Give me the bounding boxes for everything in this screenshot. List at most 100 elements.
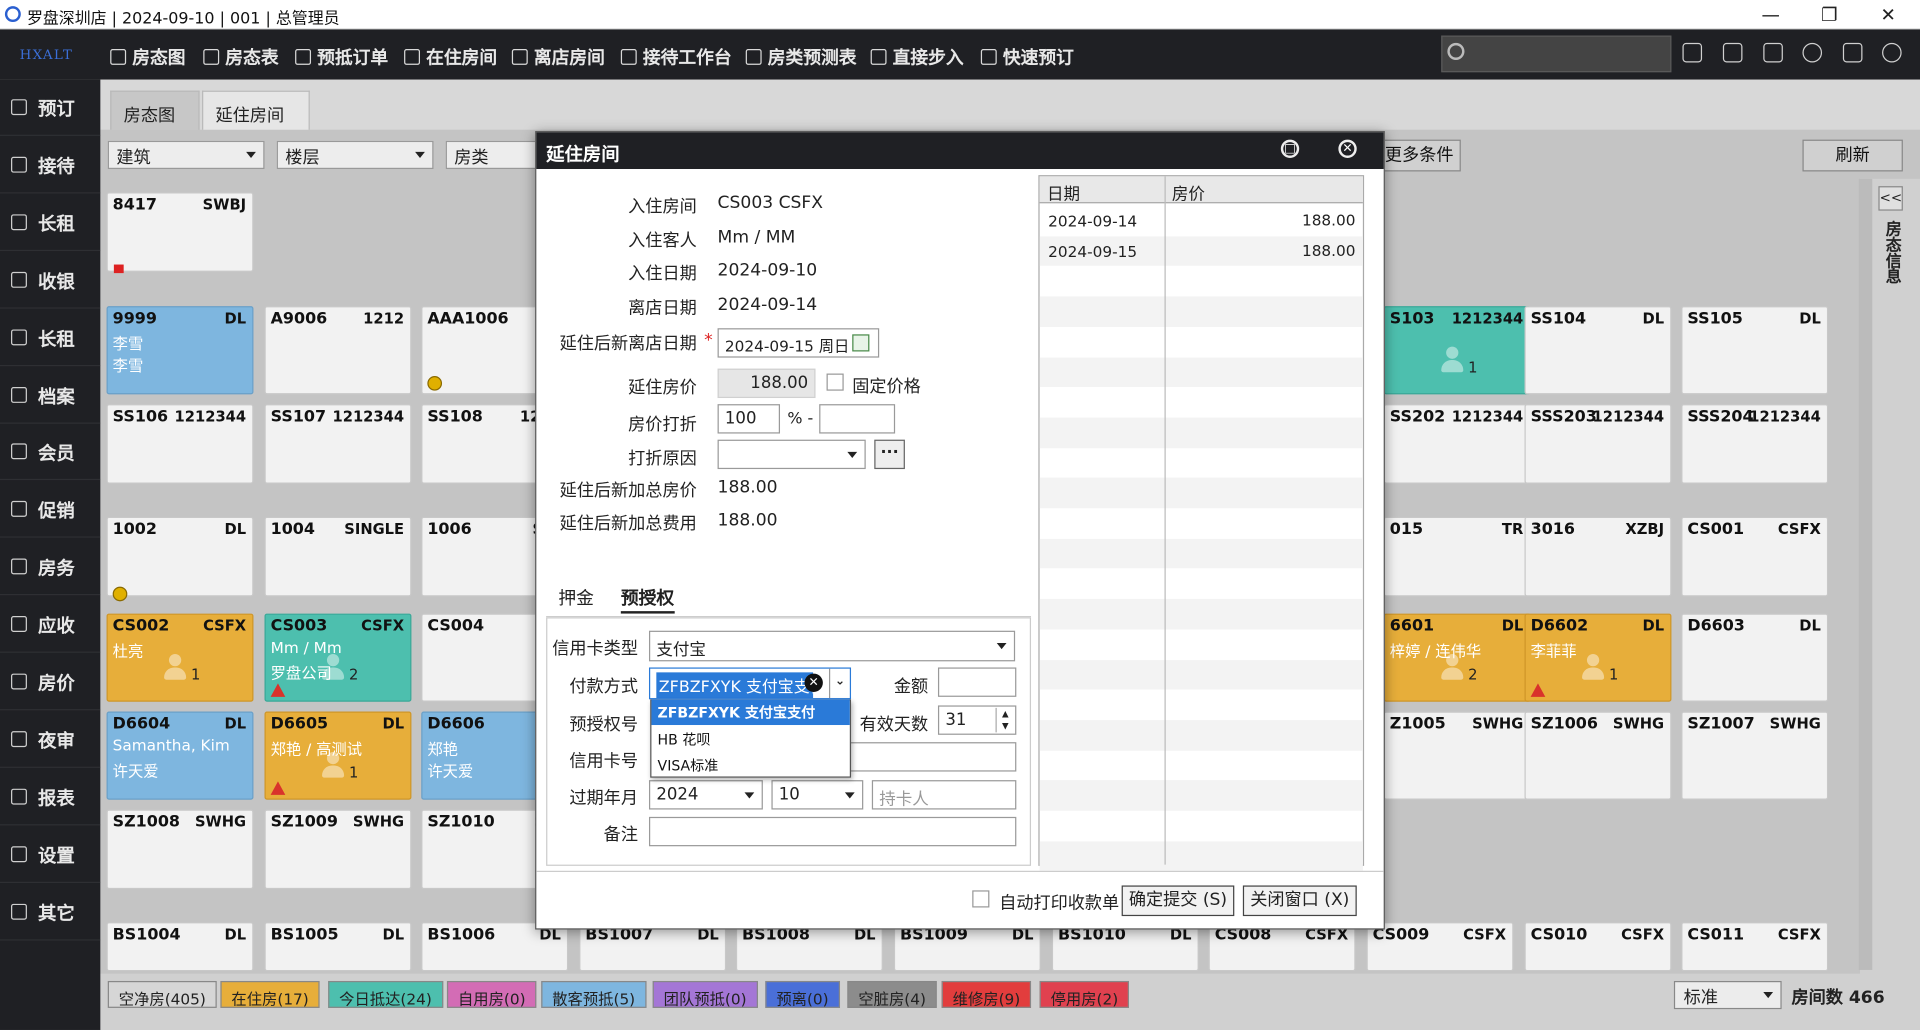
sidebar-item-0[interactable]: 预订 (0, 80, 101, 136)
search-input[interactable] (1441, 35, 1672, 73)
sidebar-item-12[interactable]: 报表 (0, 769, 101, 826)
auto-print-checkbox[interactable] (972, 890, 990, 908)
room-card[interactable]: CS010 CSFX (1524, 922, 1672, 972)
lock-icon[interactable] (1842, 42, 1863, 63)
amount-input[interactable] (937, 667, 1017, 697)
status-filter-chip[interactable]: 在住房(17) (220, 980, 320, 1008)
tab-preauth[interactable]: 预授权 (620, 584, 675, 614)
sidebar-item-10[interactable]: 房价 (0, 654, 101, 711)
nav-item-5[interactable]: 接待工作台 (620, 44, 732, 69)
room-card[interactable]: BS1004 DL (106, 922, 254, 972)
clear-icon[interactable]: ✕ (804, 673, 823, 692)
status-filter-chip[interactable]: 预离(0) (765, 980, 840, 1008)
room-card[interactable]: SSS203 1212344 (1524, 404, 1672, 484)
status-filter-chip[interactable]: 今日抵达(24) (328, 980, 443, 1008)
fixed-price-checkbox[interactable] (826, 373, 844, 391)
message-icon[interactable] (1682, 42, 1703, 63)
restore-button[interactable]: ❐ (1811, 2, 1848, 26)
sidebar-item-9[interactable]: 应收 (0, 597, 101, 653)
globe-icon[interactable] (1802, 42, 1823, 63)
discount-input[interactable]: 100 (717, 404, 781, 434)
sidebar-item-13[interactable]: 设置 (0, 826, 101, 883)
sidebar-item-14[interactable]: 其它 (0, 884, 101, 941)
stepper-arrows-icon[interactable]: ▲ ▼ (995, 707, 1014, 733)
card-holder-input[interactable]: 持卡人 (871, 780, 1017, 810)
status-filter-chip[interactable]: 空净房(405) (107, 980, 217, 1008)
room-card[interactable]: S103 1212344 1 (1383, 306, 1531, 395)
nav-item-0[interactable]: 房态图 (110, 44, 186, 69)
room-card[interactable]: D6603 DL (1681, 613, 1829, 702)
sidebar-item-6[interactable]: 会员 (0, 424, 101, 481)
card-type-select[interactable]: 支付宝 (648, 630, 1016, 662)
submit-button[interactable]: 确定提交 (S) (1121, 885, 1235, 917)
expiry-month-select[interactable]: 10 (771, 780, 864, 810)
close-dialog-icon[interactable]: ✕ (1338, 139, 1357, 158)
status-filter-chip[interactable]: 团队预抵(0) (652, 980, 758, 1008)
card-no-input[interactable] (849, 742, 1017, 772)
nav-item-6[interactable]: 房类预测表 (745, 44, 857, 69)
room-card[interactable]: CS003 CSFX Mm / Mm 罗盘公司 2 (264, 613, 412, 702)
close-dialog-button[interactable]: 关闭窗口 (X) (1242, 885, 1357, 917)
room-card[interactable]: SS104 DL (1524, 306, 1672, 395)
status-filter-chip[interactable]: 停用房(2) (1039, 980, 1130, 1008)
nav-item-3[interactable]: 在住房间 (404, 44, 497, 69)
sidebar-item-3[interactable]: 收银 (0, 252, 101, 309)
sidebar-item-7[interactable]: 促销 (0, 482, 101, 539)
more-conditions-button[interactable]: 更多条件 (1377, 139, 1461, 172)
nav-item-4[interactable]: 离店房间 (511, 44, 605, 69)
sidebar-item-11[interactable]: 夜审 (0, 711, 101, 768)
calendar-icon[interactable] (852, 334, 870, 352)
sidebar-item-1[interactable]: 接待 (0, 137, 101, 194)
room-card[interactable]: SSS204 1212344 (1681, 404, 1829, 484)
room-card[interactable]: SZ1008 SWHG (106, 809, 254, 890)
room-card[interactable]: SS105 DL (1681, 306, 1829, 395)
room-card[interactable]: SZ1007 SWHG (1681, 711, 1829, 800)
help-icon[interactable] (1882, 42, 1902, 63)
room-type-select[interactable]: 房类 (445, 140, 537, 170)
room-card[interactable]: CS011 CSFX (1681, 922, 1829, 972)
building-select[interactable]: 建筑 (107, 140, 265, 170)
dropdown-option[interactable]: ZFBZFXYK 支付宝支付 (651, 699, 850, 726)
nav-item-7[interactable]: 直接步入 (870, 44, 964, 69)
sidebar-item-8[interactable]: 房务 (0, 539, 101, 596)
room-card[interactable]: CS009 CSFX (1366, 922, 1514, 972)
calculator-icon[interactable] (1722, 42, 1743, 63)
room-card[interactable]: SS106 1212344 (106, 404, 254, 484)
remark-input[interactable] (648, 816, 1017, 847)
room-card[interactable]: 1002 DL (106, 516, 254, 602)
tab-extend-stay[interactable]: 延住房间× (202, 90, 310, 146)
room-card[interactable]: SS202 1212344 (1383, 404, 1531, 484)
minimize-button[interactable]: — (1752, 2, 1789, 26)
room-card[interactable]: A9006 1212 (264, 306, 412, 395)
room-card[interactable]: 8417 SWBJ (106, 192, 254, 274)
collapse-panel-button[interactable]: << (1878, 186, 1903, 211)
floor-select[interactable]: 楼层 (276, 140, 434, 170)
room-card[interactable]: 1004 SINGLE (264, 516, 412, 597)
discount-amount-input[interactable] (819, 404, 896, 434)
room-card[interactable]: 6601 DL 梓婷 / 连伟华 2 (1383, 613, 1531, 702)
more-reason-button[interactable]: ··· (874, 439, 905, 470)
dropdown-option[interactable]: VISA标准 (651, 752, 849, 778)
nav-item-8[interactable]: 快速预订 (980, 44, 1074, 69)
sidebar-item-4[interactable]: 长租 (0, 309, 101, 366)
room-card[interactable]: D6604 DL Samantha, Kim 许天爱 (106, 711, 254, 800)
room-card[interactable]: D6602 DL 李菲菲 1 (1524, 613, 1672, 702)
room-card[interactable]: D6605 DL 郑艳 / 高测试 1 (264, 711, 412, 800)
room-map-scrollbar[interactable] (1858, 178, 1873, 970)
room-card[interactable]: BS1005 DL (264, 922, 412, 972)
status-filter-chip[interactable]: 自用房(0) (446, 980, 537, 1008)
sidebar-item-2[interactable]: 长租 (0, 194, 101, 251)
sidebar-item-5[interactable]: 档案 (0, 367, 101, 424)
room-card[interactable]: 3016 XZBJ (1524, 516, 1672, 597)
dropdown-option[interactable]: HB 花呗 (651, 726, 849, 752)
room-card[interactable]: 015 TR (1383, 516, 1531, 597)
tab-deposit[interactable]: 押金 (558, 584, 594, 610)
close-window-button[interactable]: ✕ (1870, 2, 1907, 26)
room-card[interactable]: 9999 DL 李雪 李雪 (106, 306, 254, 395)
restore-dialog-icon[interactable]: □ (1280, 139, 1300, 158)
room-card[interactable]: CS002 CSFX 杜亮 1 (106, 613, 254, 702)
font-size-icon[interactable] (1763, 42, 1783, 63)
tab-room-status[interactable]: 房态图× (110, 90, 200, 146)
status-filter-chip[interactable]: 空脏房(4) (847, 980, 938, 1008)
view-scale-select[interactable]: 标准 (1673, 980, 1782, 1010)
